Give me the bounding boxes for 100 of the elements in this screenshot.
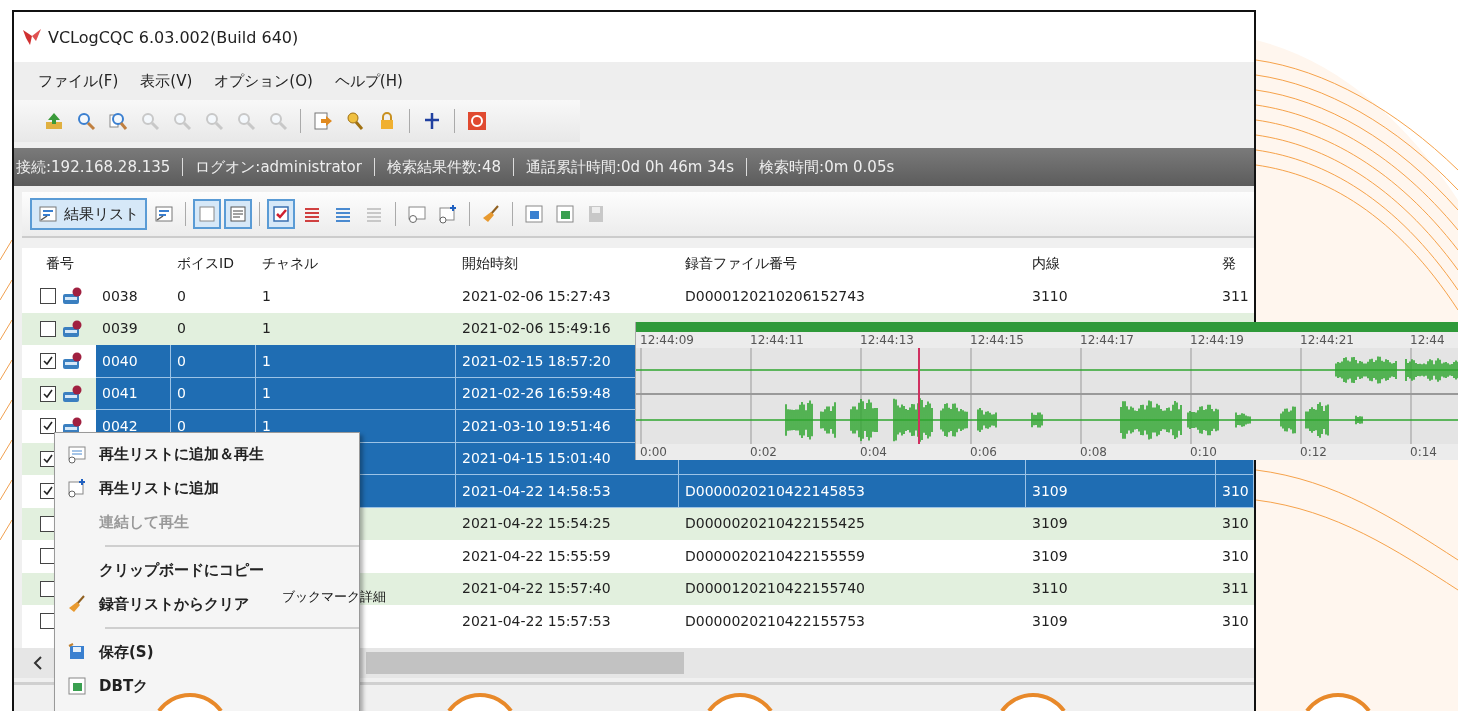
table-cell: 2021-04-22 15:54:25	[462, 515, 611, 532]
recording-icon	[62, 351, 82, 372]
search-icon	[204, 111, 224, 131]
menu-item[interactable]: 保存(S)	[99, 642, 154, 662]
table-cell: 310	[1222, 547, 1249, 564]
table-cell: D0000020210422145853	[685, 482, 866, 499]
time-label: 0:12	[1300, 445, 1328, 459]
grid-icon	[555, 204, 575, 224]
search-icon	[268, 111, 288, 131]
checkbox[interactable]	[40, 320, 56, 337]
scrollbar-thumb[interactable]	[366, 651, 684, 674]
menu-item[interactable]: 表示(V)	[140, 71, 193, 91]
time-label: 0:00	[640, 445, 668, 459]
logo-icon	[22, 27, 42, 47]
table-cell: 0	[177, 320, 186, 337]
table-cell: 0038	[102, 287, 138, 304]
table-cell: 1	[262, 352, 271, 369]
table-cell: 2021-02-06 15:49:16	[462, 320, 611, 337]
checkbox[interactable]	[40, 418, 56, 435]
search-icon	[172, 111, 192, 131]
result-list-button[interactable]: 結果リスト	[30, 198, 147, 230]
table-cell: D0000120210206152743	[685, 287, 866, 304]
table-cell: 0	[177, 417, 186, 434]
table-cell: D0000120210422155740	[685, 580, 866, 597]
menu-item[interactable]: ファイル(F)	[38, 71, 119, 91]
column-header[interactable]: ボイスID	[171, 255, 256, 273]
time-label: 0:04	[860, 445, 888, 459]
window-title: VCLogCQC 6.03.002(Build 640)	[48, 27, 299, 47]
table-cell: 1	[262, 320, 271, 337]
search-icon	[236, 111, 256, 131]
recording-icon	[62, 383, 82, 404]
time-label: 0:14	[1410, 445, 1438, 459]
table-cell: 311	[1222, 287, 1249, 304]
upload-icon	[44, 111, 64, 131]
chart-icon	[228, 204, 248, 224]
checkbox-icon	[271, 204, 291, 224]
checkbox[interactable]	[40, 288, 56, 305]
list-icon	[438, 204, 458, 224]
time-label: 12:44:11	[750, 333, 805, 347]
table-cell: 2021-02-15 18:57:20	[462, 352, 611, 369]
table-cell: 0040	[102, 352, 138, 369]
table-cell: D0000020210422155425	[685, 515, 866, 532]
play-list-icon	[67, 444, 87, 464]
table-cell: 2021-02-26 16:59:48	[462, 385, 611, 402]
search-icon	[76, 111, 96, 131]
time-label: 0:06	[970, 445, 998, 459]
menu-item[interactable]: オプション(O)	[214, 71, 313, 91]
table-cell: 3109	[1032, 482, 1068, 499]
menu-item[interactable]: 再生リストに追加＆再生	[99, 444, 264, 464]
time-label: 12:44:13	[860, 333, 915, 347]
table-cell: 311	[1222, 580, 1249, 597]
checkbox[interactable]	[40, 353, 56, 370]
time-label: 12:44:17	[1080, 333, 1135, 347]
menu-item[interactable]: クリップボードにコピー	[99, 560, 264, 580]
grid-icon	[524, 204, 544, 224]
table-cell: D0000020210422155753	[685, 612, 866, 629]
time-label: 0:10	[1190, 445, 1218, 459]
menu-item[interactable]: 録音リストからクリア	[99, 594, 249, 614]
menu-item[interactable]: ヘルプ(H)	[334, 71, 403, 91]
menu-item[interactable]: DBTク	[99, 676, 149, 696]
table-cell: 3110	[1032, 580, 1068, 597]
table-cell: 0042	[102, 417, 138, 434]
time-label: 0:08	[1080, 445, 1108, 459]
time-label: 12:44:19	[1190, 333, 1245, 347]
checkbox[interactable]	[40, 385, 56, 402]
time-label: 0:02	[750, 445, 778, 459]
table-cell: 3109	[1032, 612, 1068, 629]
table-cell: 3110	[1032, 287, 1068, 304]
column-header[interactable]: チャネル	[256, 255, 456, 273]
search-icon	[140, 111, 160, 131]
column-header[interactable]: 発	[1216, 255, 1254, 273]
tooltip-text: ブックマーク詳細	[282, 588, 386, 606]
table-cell: 0039	[102, 320, 138, 337]
table-cell: 1	[262, 385, 271, 402]
table-cell: 2021-04-22 14:58:53	[462, 482, 611, 499]
table-cell: 3109	[1032, 547, 1068, 564]
column-header[interactable]: 番号	[40, 255, 171, 273]
column-header[interactable]: 内線	[1026, 255, 1216, 273]
broom-icon	[481, 204, 501, 224]
table-cell: 2021-04-22 15:57:40	[462, 580, 611, 597]
recording-icon	[62, 318, 82, 339]
time-label: 12:44:21	[1300, 333, 1355, 347]
list-icon	[38, 204, 58, 224]
table-cell: 2021-04-22 15:57:53	[462, 612, 611, 629]
status-text: 接続:192.168.28.135	[15, 158, 172, 176]
column-header[interactable]: 録音ファイル番号	[679, 255, 1026, 273]
document-arrow-icon	[313, 111, 333, 131]
toolbar-button[interactable]	[267, 199, 295, 229]
table-cell: 2021-02-06 15:27:43	[462, 287, 611, 304]
status-text: ログオン:administrator	[182, 158, 374, 176]
table-cell: 1	[262, 417, 271, 434]
power-icon	[467, 111, 487, 131]
database-icon	[67, 676, 87, 696]
table-cell: 310	[1222, 515, 1249, 532]
table-cell: 0	[177, 352, 186, 369]
table-cell: 2021-03-10 19:51:46	[462, 417, 611, 434]
menu-item[interactable]: 再生リストに追加	[99, 478, 219, 498]
table-cell: 1	[262, 287, 271, 304]
column-header[interactable]: 開始時刻	[456, 255, 679, 273]
table-cell: D0000020210422155559	[685, 547, 866, 564]
